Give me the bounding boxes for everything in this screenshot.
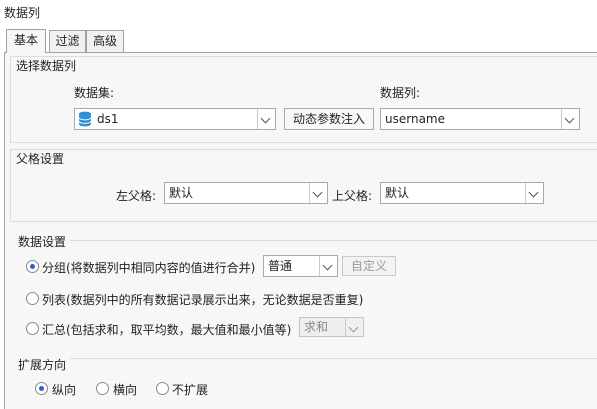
left-parent-label: 左父格: xyxy=(116,189,157,203)
expand-horizontal-label[interactable]: 横向 xyxy=(113,381,137,398)
chevron-down-icon[interactable] xyxy=(561,109,579,129)
column-label: 数据列: xyxy=(380,86,421,100)
summary-type-value: 求和 xyxy=(304,320,329,334)
column-value: username xyxy=(385,112,445,126)
expand-horizontal-radio[interactable] xyxy=(96,382,109,395)
group-label[interactable]: 分组(将数据列中相同内容的值进行合并) xyxy=(42,259,255,276)
panel-title: 数据列 xyxy=(4,6,41,20)
summary-type-combo[interactable]: 求和 xyxy=(299,317,364,337)
chevron-down-icon[interactable] xyxy=(525,183,543,203)
custom-button[interactable]: 自定义 xyxy=(342,256,396,276)
expand-vertical-label[interactable]: 纵向 xyxy=(52,381,76,398)
expand-none-label[interactable]: 不扩展 xyxy=(172,381,208,398)
section-title-expand-direction: 扩展方向 xyxy=(18,356,71,373)
list-radio[interactable] xyxy=(26,292,39,305)
group-mode-value: 普通 xyxy=(268,259,293,273)
chevron-down-icon[interactable] xyxy=(309,183,327,203)
expand-none-radio[interactable] xyxy=(156,382,169,395)
section-title-select-column: 选择数据列 xyxy=(16,57,81,74)
top-parent-value: 默认 xyxy=(385,186,410,200)
chevron-down-icon[interactable] xyxy=(319,256,337,276)
chevron-down-icon[interactable] xyxy=(345,318,363,336)
section-divider xyxy=(18,358,597,359)
column-combo[interactable]: username xyxy=(380,108,580,130)
dataset-label: 数据集: xyxy=(74,86,115,100)
section-title-data-settings: 数据设置 xyxy=(18,233,71,250)
chevron-down-icon[interactable] xyxy=(257,109,275,129)
tab-filter[interactable]: 过滤 xyxy=(49,30,86,52)
list-label[interactable]: 列表(数据列中的所有数据记录展示出来，无论数据是否重复) xyxy=(42,291,363,308)
section-title-parent-settings: 父格设置 xyxy=(16,150,69,167)
expand-vertical-radio[interactable] xyxy=(35,382,48,395)
summary-label[interactable]: 汇总(包括求和，取平均数，最大值和最小值等) xyxy=(42,321,291,338)
summary-radio[interactable] xyxy=(26,322,39,335)
section-divider xyxy=(18,240,597,241)
dynamic-param-button[interactable]: 动态参数注入 xyxy=(284,108,374,130)
group-mode-combo[interactable]: 普通 xyxy=(263,255,338,277)
expand-direction-section: 扩展方向 xyxy=(10,350,597,409)
group-radio[interactable] xyxy=(26,260,39,273)
dataset-value: ds1 xyxy=(97,112,119,126)
left-parent-combo[interactable]: 默认 xyxy=(164,182,328,204)
left-parent-value: 默认 xyxy=(169,186,194,200)
top-parent-combo[interactable]: 默认 xyxy=(380,182,544,204)
dataset-combo[interactable]: ds1 xyxy=(74,108,276,130)
tab-basic[interactable]: 基本 xyxy=(6,29,46,53)
top-parent-label: 上父格: xyxy=(332,189,373,203)
tab-advanced[interactable]: 高级 xyxy=(86,30,124,52)
database-icon xyxy=(78,111,92,127)
